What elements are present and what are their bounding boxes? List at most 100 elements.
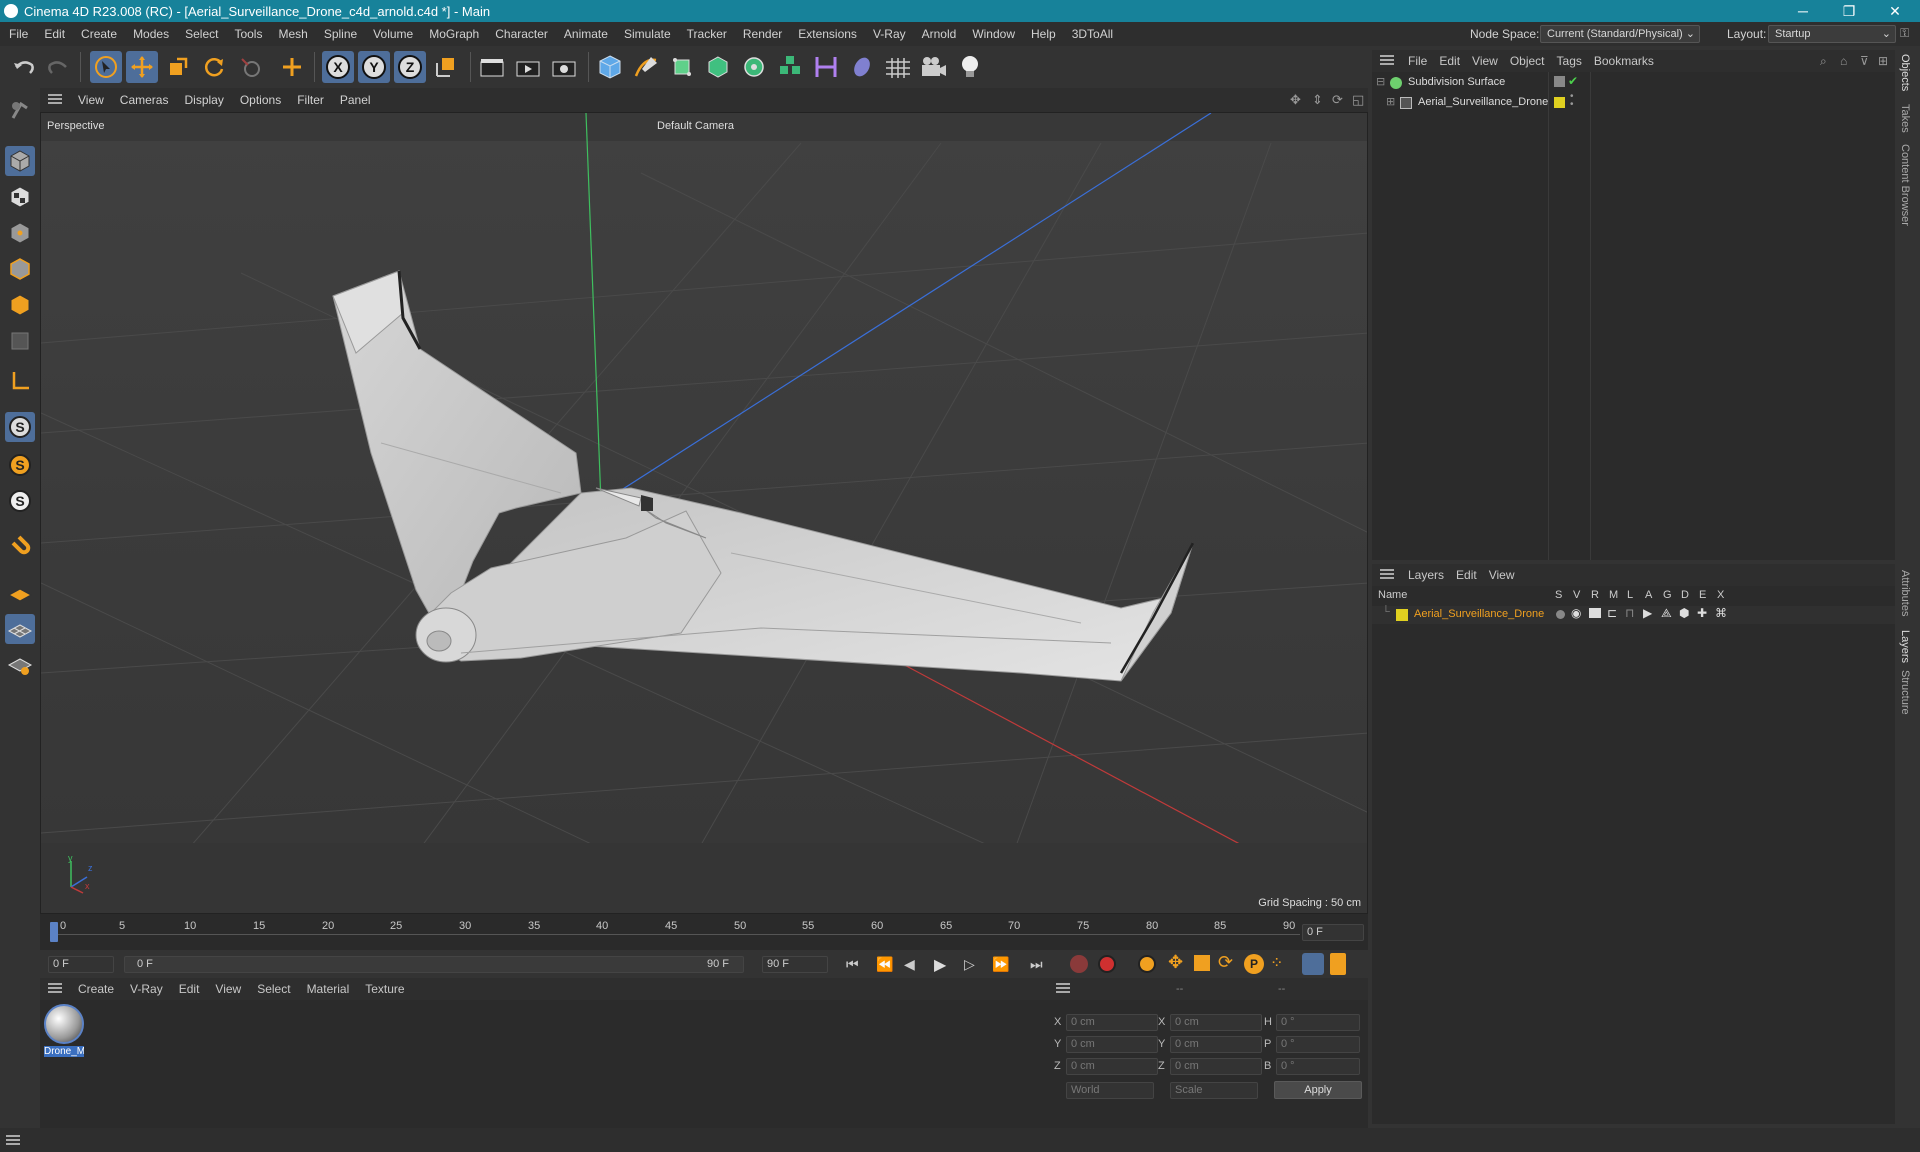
position-key-icon[interactable]: ✥: [1168, 952, 1183, 973]
layer-menu-layers[interactable]: Layers: [1402, 568, 1450, 582]
timeline-playhead[interactable]: [50, 922, 58, 942]
layer-menu-edit[interactable]: Edit: [1450, 568, 1483, 582]
object-menu-edit[interactable]: Edit: [1433, 54, 1466, 68]
rotation-key-icon[interactable]: ⟳: [1218, 952, 1233, 973]
next-frame-icon[interactable]: ▷: [964, 956, 975, 973]
status-hamburger-icon[interactable]: [6, 1134, 20, 1148]
render-button[interactable]: [512, 51, 544, 83]
play-icon[interactable]: ▶: [934, 955, 946, 975]
timeline-end-field[interactable]: 0 F: [1302, 924, 1364, 941]
menu-extensions[interactable]: Extensions: [790, 27, 865, 41]
material-swatch[interactable]: Drone_M: [44, 1004, 84, 1060]
coord-rot-b-field[interactable]: 0 °: [1276, 1058, 1360, 1075]
layer-col-g[interactable]: G: [1663, 589, 1672, 601]
go-to-start-icon[interactable]: ⏮: [846, 956, 859, 973]
viewport-menu-cameras[interactable]: Cameras: [112, 93, 177, 107]
render-view-button[interactable]: [476, 51, 508, 83]
z-axis-lock-button[interactable]: Z: [394, 51, 426, 83]
object-menu-tags[interactable]: Tags: [1551, 54, 1588, 68]
restore-button[interactable]: ❐: [1826, 0, 1872, 22]
spline-pen-button[interactable]: [630, 51, 662, 83]
layout-lock-icon[interactable]: ⚿: [1900, 26, 1909, 41]
scale-key-icon[interactable]: [1194, 955, 1210, 971]
layer-col-r[interactable]: R: [1591, 589, 1599, 601]
menu-arnold[interactable]: Arnold: [914, 27, 965, 41]
layer-menu-view[interactable]: View: [1483, 568, 1521, 582]
current-frame-field[interactable]: 0 F: [48, 956, 114, 973]
viewport-menu-filter[interactable]: Filter: [289, 93, 332, 107]
object-hamburger-icon[interactable]: [1372, 54, 1402, 68]
menu-window[interactable]: Window: [964, 27, 1023, 41]
new-panel-icon[interactable]: ⊞: [1878, 54, 1888, 68]
object-menu-bookmarks[interactable]: Bookmarks: [1588, 54, 1660, 68]
menu-animate[interactable]: Animate: [556, 27, 616, 41]
y-axis-lock-button[interactable]: Y: [358, 51, 390, 83]
tab-content-browser[interactable]: Content Browser: [1899, 144, 1911, 226]
redo-button[interactable]: [42, 51, 74, 83]
visibility-dots-icon[interactable]: • •: [1570, 92, 1574, 110]
material-menu-texture[interactable]: Texture: [357, 982, 412, 996]
deformers-icon[interactable]: ⬢: [1679, 606, 1689, 620]
record-icon[interactable]: [1070, 955, 1088, 973]
visibility-toggle-icon[interactable]: [1554, 76, 1565, 87]
menu-simulate[interactable]: Simulate: [616, 27, 679, 41]
menu-render[interactable]: Render: [735, 27, 790, 41]
make-editable-button[interactable]: [5, 96, 35, 126]
uv-mode-button[interactable]: [5, 326, 35, 356]
viewport-hamburger-icon[interactable]: [40, 93, 70, 107]
layer-color-swatch[interactable]: [1396, 609, 1408, 621]
rotate-tool-button[interactable]: [198, 51, 230, 83]
previous-keyframe-icon[interactable]: ⏪: [876, 956, 893, 973]
object-menu-view[interactable]: View: [1466, 54, 1504, 68]
object-row-drone[interactable]: ⊞ Aerial_Surveillance_Drone • •: [1372, 92, 1895, 112]
subdivision-button[interactable]: [666, 51, 698, 83]
close-button[interactable]: ✕: [1872, 0, 1918, 22]
deformer-button[interactable]: [810, 51, 842, 83]
solo-dot-icon[interactable]: [1556, 610, 1565, 619]
points-mode-button[interactable]: [5, 218, 35, 248]
recent-tool-button[interactable]: [234, 51, 266, 83]
coord-rot-p-field[interactable]: 0 °: [1276, 1036, 1360, 1053]
coord-pos-y-field[interactable]: 0 cm: [1066, 1036, 1158, 1053]
keyframe-selection-icon[interactable]: [1138, 955, 1156, 973]
menu-edit[interactable]: Edit: [36, 27, 73, 41]
layer-col-x[interactable]: X: [1717, 589, 1724, 601]
material-menu-material[interactable]: Material: [299, 982, 358, 996]
cube-button[interactable]: [594, 51, 626, 83]
menu-mograph[interactable]: MoGraph: [421, 27, 487, 41]
polygons-mode-button[interactable]: [5, 290, 35, 320]
model-mode-button[interactable]: [5, 146, 35, 176]
tab-objects[interactable]: Objects: [1899, 54, 1911, 91]
texture-mode-button[interactable]: [5, 182, 35, 212]
viewport-maximize-icon[interactable]: ◱: [1352, 92, 1364, 108]
move-tool-button[interactable]: [126, 51, 158, 83]
menu-select[interactable]: Select: [177, 27, 226, 41]
extrude-button[interactable]: [702, 51, 734, 83]
generators-icon[interactable]: ⟁: [1661, 606, 1672, 621]
minimize-button[interactable]: ─: [1780, 0, 1826, 22]
menu-spline[interactable]: Spline: [316, 27, 365, 41]
layout-dropdown[interactable]: Startup ⌄: [1768, 25, 1896, 43]
menu-modes[interactable]: Modes: [125, 27, 177, 41]
menu-file[interactable]: File: [0, 27, 36, 41]
point-level-icon[interactable]: ⁘: [1270, 953, 1283, 973]
timeline-ruler[interactable]: 0 5 10 15 20 25 30 35 40 45 50 55 60 65 …: [40, 914, 1368, 950]
solo-button[interactable]: S: [5, 486, 35, 516]
menu-tracker[interactable]: Tracker: [679, 27, 735, 41]
enabled-check-icon[interactable]: ✔: [1568, 74, 1578, 88]
coord-scale-dropdown[interactable]: Scale: [1170, 1082, 1258, 1099]
edges-mode-button[interactable]: [5, 254, 35, 284]
coord-size-z-field[interactable]: 0 cm: [1170, 1058, 1262, 1075]
xref-icon[interactable]: ⌘: [1715, 606, 1727, 620]
max-frame-field[interactable]: 90 F: [762, 956, 828, 973]
layer-hamburger-icon[interactable]: [1372, 568, 1402, 582]
object-menu-object[interactable]: Object: [1504, 54, 1551, 68]
coord-mode-dropdown[interactable]: World: [1066, 1082, 1154, 1099]
mograph-cloner-button[interactable]: [738, 51, 770, 83]
layer-row[interactable]: └ Aerial_Surveillance_Drone ◉ ⊏ ⊓ ▶ ⟁ ⬢ …: [1372, 606, 1895, 624]
material-hamburger-icon[interactable]: [40, 982, 70, 996]
auto-key-icon[interactable]: [1098, 955, 1116, 973]
layer-col-l[interactable]: L: [1627, 589, 1633, 601]
add-tool-button[interactable]: [276, 51, 308, 83]
object-menu-file[interactable]: File: [1402, 54, 1433, 68]
